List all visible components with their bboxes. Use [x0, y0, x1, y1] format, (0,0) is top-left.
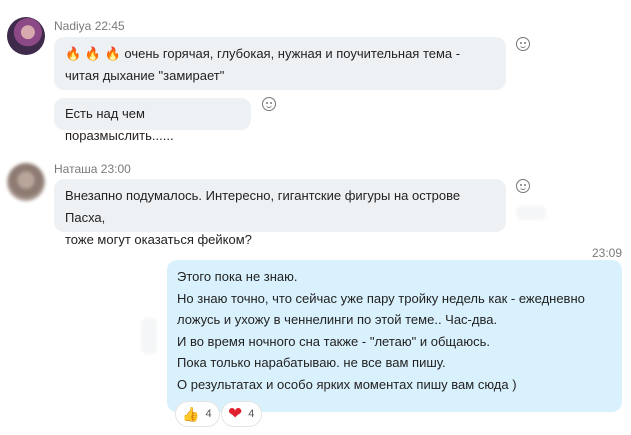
message-line: Внезапно подумалось. Интересно, гигантск… — [65, 188, 461, 225]
outgoing-time: 23:09 — [592, 246, 623, 260]
message-line: читая дыхание "замирает" — [65, 68, 225, 83]
message-time: 23:00 — [100, 162, 131, 176]
sender-name: Nadiya — [54, 19, 92, 33]
message-line: Этого пока не знаю. — [177, 269, 298, 284]
avatar-natasha[interactable] — [7, 163, 45, 201]
reaction-count: 4 — [248, 408, 255, 420]
blurred-artifact — [141, 318, 157, 354]
sender-name: Наташа — [54, 162, 98, 176]
blurred-reaction — [516, 206, 546, 220]
message-time: 22:45 — [94, 19, 125, 33]
reaction-heart[interactable]: ❤ 4 — [221, 401, 263, 427]
add-reaction-icon[interactable] — [516, 37, 530, 51]
add-reaction-icon[interactable] — [516, 179, 530, 193]
message-line: И во время ночного сна также - "летаю" и… — [177, 333, 490, 349]
thumbs-up-icon: 👍 — [182, 406, 200, 422]
sender-info-nadiya: Nadiya 22:45 — [54, 19, 125, 33]
sender-info-natasha: Наташа 23:00 — [54, 162, 131, 176]
message-line: Но знаю точно, что сейчас уже пару тройк… — [177, 290, 585, 306]
reaction-thumbs-up[interactable]: 👍 4 — [175, 401, 220, 427]
reaction-count: 4 — [205, 408, 212, 420]
heart-icon: ❤ — [228, 404, 243, 423]
message-bubble-nadiya-1[interactable]: 🔥 🔥 🔥 очень горячая, глубокая, нужная и … — [54, 37, 506, 90]
message-line: ложусь и ухожу в ченнелинги по этой теме… — [177, 312, 498, 327]
message-line: Есть над чем поразмыслить...... — [65, 106, 174, 143]
add-reaction-icon[interactable] — [262, 97, 276, 111]
message-bubble-outgoing[interactable]: Этого пока не знаю. Но знаю точно, что с… — [167, 260, 622, 412]
avatar-nadiya[interactable] — [7, 17, 45, 55]
message-line: тоже могут оказаться фейком? — [65, 232, 252, 247]
message-line: Пока только нарабатываю. не все вам пишу… — [177, 355, 446, 370]
message-bubble-nadiya-2[interactable]: Есть над чем поразмыслить...... — [54, 98, 251, 143]
message-line: О результатах и особо ярких моментах пиш… — [177, 376, 517, 392]
message-bubble-natasha-1[interactable]: Внезапно подумалось. Интересно, гигантск… — [54, 179, 506, 247]
message-line: 🔥 🔥 🔥 очень горячая, глубокая, нужная и … — [65, 46, 461, 61]
